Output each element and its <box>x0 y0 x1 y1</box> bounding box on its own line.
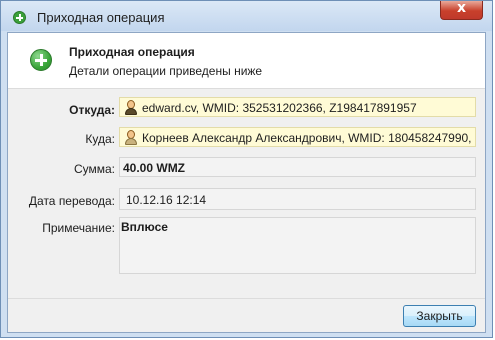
dialog-footer: Закрыть <box>8 298 485 332</box>
from-value: edward.cv, WMID: 352531202366, Z19841789… <box>142 101 417 115</box>
dialog-window: Приходная операция x Приходная операция … <box>0 0 493 338</box>
note-value: Вплюсе <box>121 220 168 234</box>
user-icon <box>124 100 138 115</box>
window-title: Приходная операция <box>37 10 165 25</box>
to-value: Корнеев Александр Александрович, WMID: 1… <box>142 131 476 145</box>
header-title: Приходная операция <box>69 45 195 59</box>
plus-circle-icon <box>30 49 52 71</box>
date-value: 10.12.16 12:14 <box>126 193 207 207</box>
from-label: Откуда: <box>69 103 115 117</box>
amount-value: 40.00 WMZ <box>123 161 186 175</box>
from-field[interactable]: edward.cv, WMID: 352531202366, Z19841789… <box>119 97 476 117</box>
date-label: Дата перевода: <box>28 194 115 208</box>
date-field[interactable]: 10.12.16 12:14 <box>119 188 476 210</box>
note-field[interactable]: Вплюсе <box>119 217 476 274</box>
to-field[interactable]: Корнеев Александр Александрович, WMID: 1… <box>119 127 476 147</box>
amount-label: Сумма: <box>73 162 115 176</box>
plus-circle-icon <box>13 11 26 24</box>
amount-field[interactable]: 40.00 WMZ <box>119 157 476 177</box>
window-close-button[interactable]: x <box>440 0 483 20</box>
close-icon: x <box>456 0 467 16</box>
user-icon <box>124 130 138 145</box>
dialog-body: Приходная операция Детали операции приве… <box>7 32 486 333</box>
note-label: Примечание: <box>42 221 115 235</box>
to-label: Куда: <box>85 132 115 146</box>
header-subtitle: Детали операции приведены ниже <box>69 64 263 78</box>
dialog-header: Приходная операция Детали операции приве… <box>8 33 485 89</box>
close-button[interactable]: Закрыть <box>403 305 476 327</box>
title-bar[interactable]: Приходная операция x <box>1 0 492 31</box>
